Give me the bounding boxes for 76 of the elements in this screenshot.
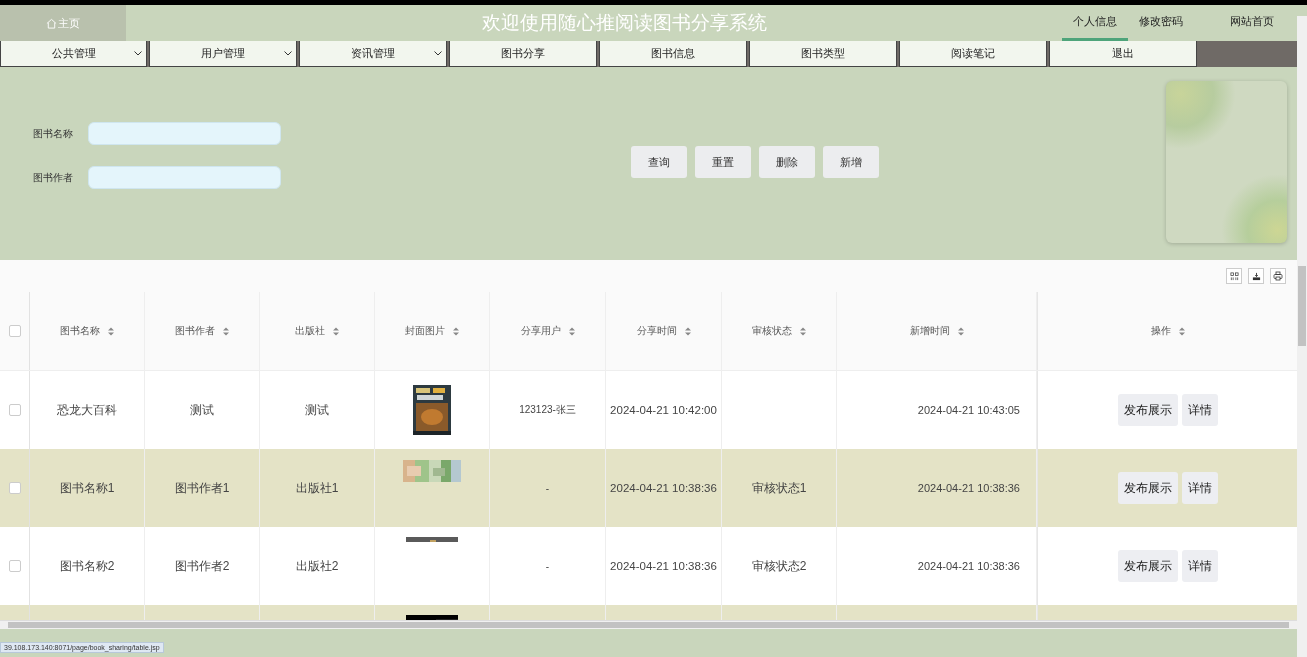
sort-icon[interactable] <box>1178 326 1185 336</box>
column-header[interactable]: 图书名称 <box>60 324 100 338</box>
sort-icon[interactable] <box>453 326 459 336</box>
print-icon[interactable] <box>1270 268 1286 284</box>
row-action-button[interactable]: 发布展示 <box>1117 472 1178 504</box>
action-button[interactable]: 重置 <box>695 146 751 178</box>
sort-icon[interactable] <box>957 326 964 336</box>
columns-icon[interactable] <box>1226 268 1242 284</box>
column-header[interactable]: 封面图片 <box>405 324 445 338</box>
nav-item[interactable]: 图书类型 <box>749 41 897 67</box>
select-all-checkbox[interactable] <box>8 325 21 337</box>
nav-item[interactable]: 用户管理 <box>149 41 297 67</box>
nav-item[interactable]: 图书信息 <box>599 41 747 67</box>
table-cell: 图书作者1 <box>174 479 230 497</box>
page-title: 欢迎使用随心推阅读图书分享系统 <box>480 11 768 35</box>
nav-item[interactable]: 阅读笔记 <box>899 41 1047 67</box>
table-cell: 出版社2 <box>295 557 339 575</box>
field-label: 图书作者 <box>33 170 74 185</box>
nav-item[interactable]: 资讯管理 <box>299 41 447 67</box>
row-checkbox[interactable] <box>8 482 21 494</box>
table-cell: 2024-04-21 10:38:36 <box>917 482 1020 494</box>
home-icon <box>46 17 57 29</box>
vertical-scrollbar[interactable] <box>1297 16 1307 657</box>
table-cell: 图书作者2 <box>174 557 230 575</box>
table-cell: - <box>545 482 550 494</box>
row-checkbox[interactable] <box>8 560 21 572</box>
nav-item[interactable]: 退出 <box>1049 41 1197 67</box>
column-header[interactable]: 图书作者 <box>175 324 215 338</box>
column-header[interactable]: 审核状态 <box>752 324 792 338</box>
column-header[interactable]: 新增时间 <box>909 324 950 338</box>
input-field[interactable] <box>88 166 281 189</box>
row-action-button[interactable]: 详情 <box>1181 394 1218 426</box>
table-cell: 审核状态2 <box>751 557 807 575</box>
row-action-button[interactable]: 详情 <box>1181 472 1218 504</box>
action-button[interactable]: 新增 <box>823 146 879 178</box>
table-cell: 测试 <box>305 401 329 419</box>
nav-item[interactable]: 图书分享 <box>449 41 597 67</box>
table-cell: 出版社1 <box>295 479 339 497</box>
row-checkbox[interactable] <box>8 404 21 416</box>
column-header[interactable]: 操作 <box>1150 324 1171 338</box>
action-button[interactable]: 删除 <box>759 146 815 178</box>
horizontal-scrollbar[interactable] <box>0 620 1297 629</box>
row-action-button[interactable]: 详情 <box>1181 550 1218 582</box>
table-cell: 2024-04-21 10:43:05 <box>917 404 1020 416</box>
table-cell: 审核状态1 <box>751 479 807 497</box>
column-header[interactable]: 分享用户 <box>520 324 561 338</box>
table-cell: 2024-04-21 10:38:36 <box>610 560 717 572</box>
sort-icon[interactable] <box>568 326 575 336</box>
column-header[interactable]: 分享时间 <box>636 324 677 338</box>
table-cell: 测试 <box>190 401 214 419</box>
table-cell: 2024-04-21 10:38:36 <box>917 560 1020 572</box>
sort-icon[interactable] <box>800 326 806 336</box>
row-action-button[interactable]: 发布展示 <box>1117 550 1178 582</box>
field-label: 图书名称 <box>33 126 74 141</box>
header-link[interactable]: 修改密码 <box>1128 5 1194 41</box>
sort-icon[interactable] <box>333 326 339 336</box>
caret-icon <box>434 51 442 56</box>
table-cell: 恐龙大百科 <box>57 401 117 419</box>
caret-icon <box>284 51 292 56</box>
header-link[interactable]: 网站首页 <box>1212 5 1292 41</box>
export-icon[interactable] <box>1248 268 1264 284</box>
table-cell: 图书名称2 <box>59 557 115 575</box>
caret-icon <box>134 51 142 56</box>
sort-icon[interactable] <box>684 326 691 336</box>
column-header[interactable]: 出版社 <box>295 324 325 338</box>
table-cell: 2024-04-21 10:38:36 <box>610 482 717 494</box>
table-cell: 2024-04-21 10:42:00 <box>610 404 717 416</box>
table-cell: 123123-张三 <box>519 403 576 417</box>
row-action-button[interactable]: 发布展示 <box>1117 394 1178 426</box>
nav-item[interactable]: 公共管理 <box>0 41 147 67</box>
action-button[interactable]: 查询 <box>631 146 687 178</box>
input-field[interactable] <box>88 122 281 145</box>
sort-icon[interactable] <box>223 326 229 336</box>
table-cell: - <box>545 560 550 572</box>
table-cell: 图书名称1 <box>59 479 115 497</box>
sort-icon[interactable] <box>108 326 114 336</box>
